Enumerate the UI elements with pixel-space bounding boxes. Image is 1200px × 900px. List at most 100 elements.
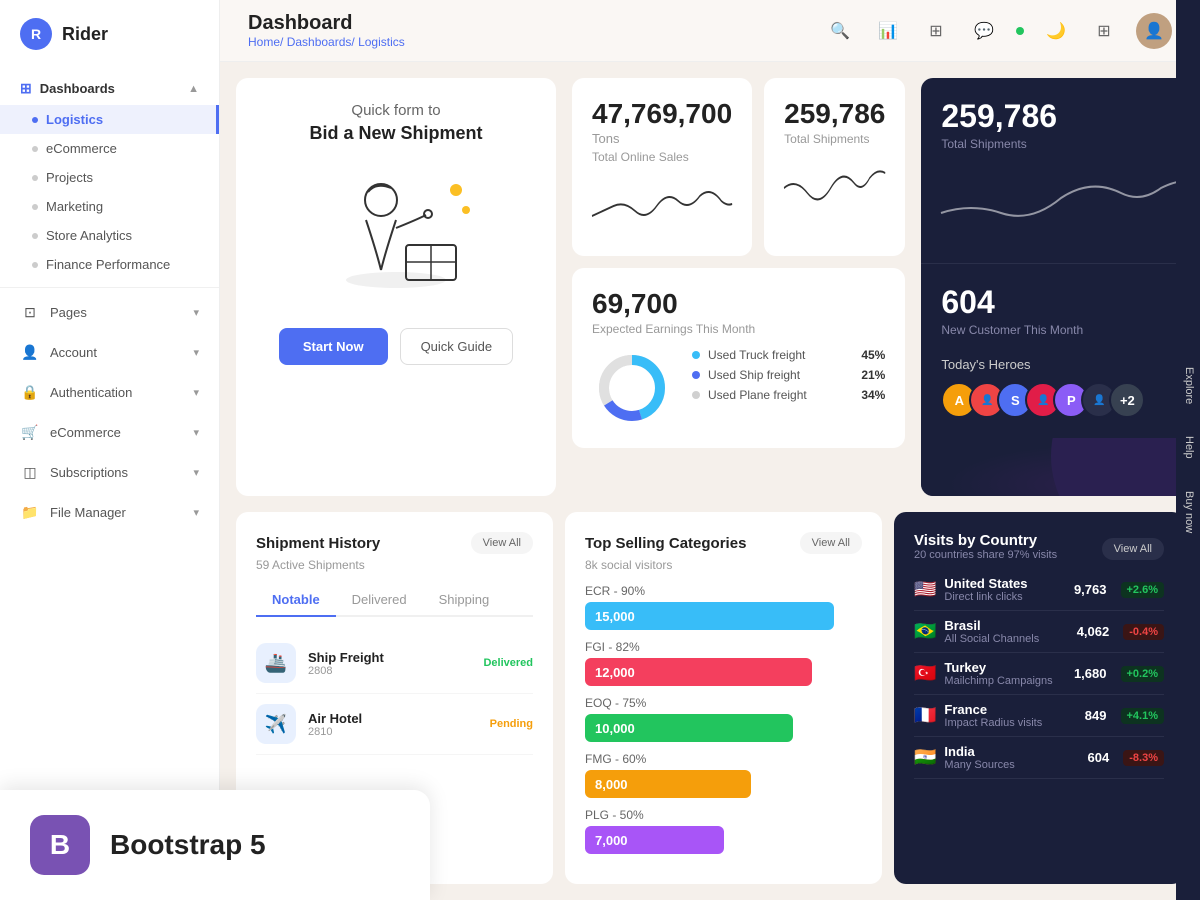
page-title: Dashboard <box>248 12 405 35</box>
country-row: 🇮🇳 India Many Sources 604 -8.3% <box>914 737 1164 779</box>
category-label: FMG - 60% <box>585 752 862 766</box>
country-change: -0.4% <box>1123 624 1164 640</box>
form-title: Quick form to <box>351 102 440 119</box>
ship-id-1: 2808 <box>308 665 471 677</box>
country-sub: Many Sources <box>944 759 1079 771</box>
side-tab-help[interactable]: Help <box>1177 420 1199 475</box>
grid-icon[interactable]: ⊞ <box>920 15 952 47</box>
freight-list: Used Truck freight 45% Used Ship freight… <box>692 348 885 428</box>
sidebar-item-store-analytics[interactable]: Store Analytics <box>0 221 219 250</box>
chevron-down-icon: ▾ <box>193 506 199 519</box>
freight-plane: Used Plane freight 34% <box>692 388 885 402</box>
ship-name-2: Air Hotel <box>308 711 478 726</box>
country-row: 🇺🇸 United States Direct link clicks 9,76… <box>914 569 1164 611</box>
air-hotel-icon: ✈️ <box>256 704 296 744</box>
country-name: United States <box>944 576 1066 591</box>
shipment-history-view-all[interactable]: View All <box>471 532 533 554</box>
country-visits: 9,763 <box>1074 582 1107 597</box>
form-subtitle: Bid a New Shipment <box>309 123 482 144</box>
ecommerce-icon: 🛒 <box>20 422 40 442</box>
customers-label: New Customer This Month <box>941 323 1191 337</box>
moon-icon[interactable]: 🌙 <box>1040 15 1072 47</box>
topnav: Dashboard Home/ Dashboards/ Logistics 🔍 … <box>220 0 1200 62</box>
shipment-row-1: 🚢 Ship Freight 2808 Delivered <box>256 633 533 694</box>
country-change: +0.2% <box>1121 666 1165 682</box>
categories-list: ECR - 90% 15,000 FGI - 82% 12,000 EOQ - … <box>585 584 862 854</box>
category-row: PLG - 50% 7,000 <box>585 808 862 854</box>
tab-notable[interactable]: Notable <box>256 584 336 617</box>
top-selling-card: Top Selling Categories View All 8k socia… <box>565 512 882 884</box>
country-name: France <box>944 702 1076 717</box>
tab-delivered[interactable]: Delivered <box>336 584 423 617</box>
visits-view-all[interactable]: View All <box>1102 538 1164 560</box>
country-name: India <box>944 744 1079 759</box>
form-buttons: Start Now Quick Guide <box>279 328 513 365</box>
side-tabs: Explore Help Buy now <box>1176 0 1200 900</box>
total-sales-number: 47,769,700 <box>592 98 732 129</box>
side-tab-buynow[interactable]: Buy now <box>1177 475 1199 549</box>
user-avatar[interactable]: 👤 <box>1136 13 1172 49</box>
total-shipments-card: 259,786 Total Shipments <box>764 78 905 256</box>
ship-status-1: Delivered <box>483 657 533 669</box>
shipments-stat: 259,786 Total Shipments <box>921 78 1200 263</box>
chevron-down-icon: ▾ <box>193 386 199 399</box>
sidebar-item-ecommerce-top[interactable]: 🛒 eCommerce ▾ <box>0 412 219 452</box>
shipment-row-2: ✈️ Air Hotel 2810 Pending <box>256 694 533 755</box>
quick-guide-button[interactable]: Quick Guide <box>400 328 514 365</box>
dot-icon <box>32 146 38 152</box>
tab-shipping[interactable]: Shipping <box>423 584 506 617</box>
total-shipments-label: Total Shipments <box>784 132 885 146</box>
shipment-form-card: Quick form to Bid a New Shipment <box>236 78 556 496</box>
search-icon[interactable]: 🔍 <box>824 15 856 47</box>
bootstrap-text: Bootstrap 5 <box>110 829 266 861</box>
dashboards-header[interactable]: ⊞ Dashboards ▲ <box>0 72 219 105</box>
customers-number: 604 <box>941 284 1191 321</box>
sidebar-item-authentication[interactable]: 🔒 Authentication ▾ <box>0 372 219 412</box>
country-sub: All Social Channels <box>944 633 1068 645</box>
start-now-button[interactable]: Start Now <box>279 328 388 365</box>
dashboard-icon: ⊞ <box>20 80 32 97</box>
sidebar-item-subscriptions[interactable]: ◫ Subscriptions ▾ <box>0 452 219 492</box>
sidebar-item-marketing[interactable]: Marketing <box>0 192 219 221</box>
country-change: -8.3% <box>1123 750 1164 766</box>
sidebar-item-filemanager[interactable]: 📁 File Manager ▾ <box>0 492 219 532</box>
stats-panel: 47,769,700 Tons Total Online Sales 259,7… <box>556 62 921 512</box>
dot-icon <box>32 204 38 210</box>
sidebar-item-account[interactable]: 👤 Account ▾ <box>0 332 219 372</box>
country-flag: 🇫🇷 <box>914 705 936 726</box>
top-selling-subtitle: 8k social visitors <box>585 558 862 572</box>
top-selling-view-all[interactable]: View All <box>800 532 862 554</box>
apps-icon[interactable]: ⊞ <box>1088 15 1120 47</box>
category-row: ECR - 90% 15,000 <box>585 584 862 630</box>
right-sparkline <box>941 163 1191 243</box>
sidebar-item-finance-performance[interactable]: Finance Performance <box>0 250 219 279</box>
country-change: +2.6% <box>1121 582 1165 598</box>
status-dot <box>1016 27 1024 35</box>
ship-freight-icon: 🚢 <box>256 643 296 683</box>
side-tab-explore[interactable]: Explore <box>1177 351 1199 420</box>
stats-row-top: 47,769,700 Tons Total Online Sales 259,7… <box>572 78 905 256</box>
pages-icon: ⊡ <box>20 302 40 322</box>
plane-dot <box>692 391 700 399</box>
main-content: Dashboard Home/ Dashboards/ Logistics 🔍 … <box>220 0 1200 900</box>
content-area: Quick form to Bid a New Shipment <box>220 62 1200 900</box>
dot-icon <box>32 262 38 268</box>
right-dark-panel: 259,786 Total Shipments 604 New Customer… <box>921 78 1200 496</box>
category-bar: 7,000 <box>585 826 724 854</box>
form-illustration <box>306 160 486 300</box>
sidebar-item-logistics[interactable]: Logistics <box>0 105 219 134</box>
country-row: 🇧🇷 Brasil All Social Channels 4,062 -0.4… <box>914 611 1164 653</box>
top-selling-title: Top Selling Categories <box>585 535 746 552</box>
sidebar-item-projects[interactable]: Projects <box>0 163 219 192</box>
sidebar-item-ecommerce[interactable]: eCommerce <box>0 134 219 163</box>
sidebar-item-pages[interactable]: ⊡ Pages ▾ <box>0 292 219 332</box>
heroes-avatars: A 👤 S 👤 P 👤 +2 <box>941 382 1191 418</box>
chevron-down-icon: ▾ <box>193 426 199 439</box>
heroes-label: Today's Heroes <box>941 357 1191 372</box>
ship-name-1: Ship Freight <box>308 650 471 665</box>
right-shipments-label: Total Shipments <box>941 137 1191 151</box>
logo[interactable]: R Rider <box>0 0 219 68</box>
chat-icon[interactable]: 💬 <box>968 15 1000 47</box>
chart-icon[interactable]: 📊 <box>872 15 904 47</box>
country-name: Brasil <box>944 618 1068 633</box>
